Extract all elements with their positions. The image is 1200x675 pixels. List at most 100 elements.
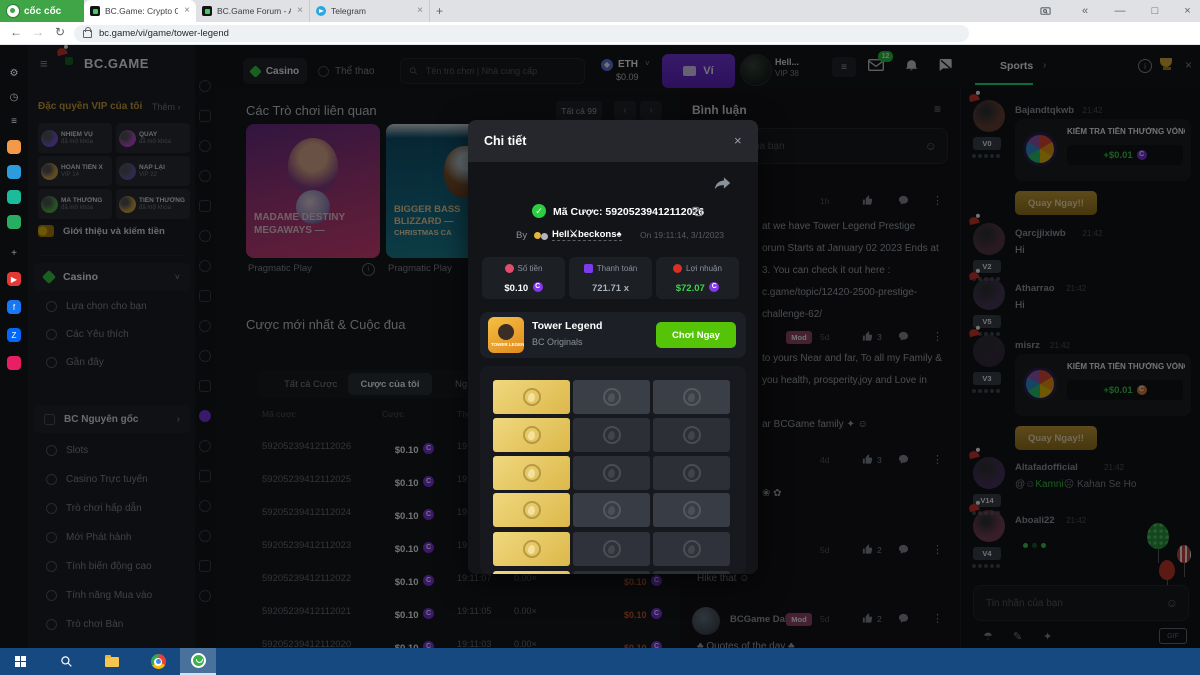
tower-tile-selected[interactable]	[493, 571, 570, 574]
tower-tile[interactable]	[653, 571, 730, 574]
stat-value: 721.71 x	[569, 278, 652, 296]
tab-close-icon[interactable]: ×	[297, 6, 303, 16]
card-purple-icon	[584, 264, 593, 273]
tower-tile[interactable]	[653, 418, 730, 452]
facebook-icon[interactable]: f	[7, 300, 21, 314]
stat-value: $72.07 C	[656, 278, 739, 296]
messenger-blue-icon[interactable]	[7, 165, 21, 179]
minimize-button[interactable]: —	[1105, 0, 1135, 22]
tower-tile[interactable]	[573, 380, 650, 414]
windows-taskbar: ∧ ◁) ENG 9:42 PM 1/3/2023	[0, 648, 1200, 675]
browser-tab[interactable]: BC.Game: Crypto Casino Gam×	[84, 0, 196, 22]
tower-tile[interactable]	[653, 493, 730, 527]
maximize-button[interactable]: □	[1140, 0, 1170, 22]
share-icon[interactable]	[714, 176, 731, 190]
tower-tile[interactable]	[653, 380, 730, 414]
tower-tile[interactable]	[653, 532, 730, 566]
tower-tile[interactable]	[573, 532, 650, 566]
sidebar-toggle-icon[interactable]: «	[1070, 0, 1100, 22]
tower-tile-selected[interactable]	[493, 493, 570, 527]
new-tab-label: +	[436, 4, 443, 18]
game-provider: BC Originals	[532, 337, 583, 347]
brand-label: cốc cốc	[24, 6, 61, 17]
settings-icon[interactable]: ⚙	[7, 66, 21, 80]
game-row: TOWER LEGEND Tower Legend BC Originals C…	[480, 312, 746, 358]
tower-legend-thumb[interactable]: TOWER LEGEND	[488, 317, 524, 353]
browser-toolbar: ← → ↻ bc.game/vi/game/tower-legend ☆ ↓ ♬…	[0, 22, 1200, 45]
tower-tile[interactable]	[653, 456, 730, 490]
stat-label: Số tiền	[518, 264, 543, 273]
bet-id-text[interactable]: Mã Cược: 59205239412112026	[553, 206, 704, 218]
coin-emblem-icon	[523, 501, 541, 519]
medal-icon	[541, 233, 548, 240]
bet-timestamp: On 19:11:14, 3/1/2023	[640, 230, 724, 240]
green-app-icon[interactable]	[7, 215, 21, 229]
by-label: By	[516, 230, 527, 241]
gorilla-art	[498, 324, 514, 340]
coin-emblem-icon	[683, 388, 701, 406]
game-title[interactable]: Tower Legend	[532, 320, 602, 332]
coin-emblem-icon	[683, 501, 701, 519]
reading-list-icon[interactable]: ≡	[7, 114, 21, 128]
coccoc-side-rail: ⚙ ◷ ≡ + ▶ fZ	[0, 45, 28, 648]
stat-card-2: Lợi nhuận $72.07 C	[656, 257, 739, 299]
stat-label: Thanh toán	[597, 264, 637, 273]
coccoc-taskbar-icon[interactable]	[180, 648, 216, 675]
pink-app-icon[interactable]	[7, 356, 21, 370]
new-tab-button[interactable]: +	[430, 0, 452, 22]
youtube-icon[interactable]: ▶	[7, 272, 21, 286]
stat-card-0: Số tiền$0.10 C	[482, 257, 565, 299]
forward-button[interactable]: →	[32, 25, 44, 39]
shopping-orange-icon[interactable]	[7, 140, 21, 154]
tower-tile-selected[interactable]	[493, 418, 570, 452]
bcgame-favicon-icon	[202, 6, 212, 16]
tab-title: Telegram	[331, 6, 411, 16]
browser-tab[interactable]: BC.Game Forum - A Cryptoc×	[196, 0, 310, 22]
address-bar[interactable]: bc.game/vi/game/tower-legend	[74, 25, 969, 42]
tower-tile[interactable]	[573, 493, 650, 527]
tower-tile-selected[interactable]	[493, 532, 570, 566]
add-icon[interactable]: +	[7, 246, 21, 260]
coin-emblem-icon	[523, 540, 541, 558]
coin-emblem-icon	[683, 540, 701, 558]
stat-label-row: Số tiền	[482, 264, 565, 273]
tab-close-icon[interactable]: ×	[417, 6, 423, 16]
telegram-favicon-icon	[316, 6, 326, 16]
file-explorer-icon[interactable]	[94, 648, 130, 675]
modal-close-icon[interactable]: ×	[734, 133, 742, 148]
back-button[interactable]: ←	[10, 25, 22, 39]
tower-tile[interactable]	[573, 456, 650, 490]
coccoc-brand[interactable]: cốc cốc	[0, 0, 84, 22]
start-button[interactable]	[2, 648, 38, 675]
coin-emblem-icon	[603, 426, 621, 444]
stat-label-row: Lợi nhuận	[656, 264, 739, 273]
tower-tile[interactable]	[573, 418, 650, 452]
history-icon[interactable]: ◷	[7, 90, 21, 104]
web-page: ⚙◷≡+▶fZ ≡ BC.GAME Đặc quyền VIP của tôi …	[0, 45, 1200, 648]
piggy-pink-icon	[505, 264, 514, 273]
bet-user[interactable]: Hell⚔beckons♠	[552, 229, 622, 241]
copy-icon[interactable]	[692, 206, 703, 217]
teal-app-icon[interactable]	[7, 190, 21, 204]
taskbar-search-icon[interactable]	[48, 648, 84, 675]
tab-close-icon[interactable]: ×	[184, 6, 190, 16]
tower-tile-selected[interactable]	[493, 380, 570, 414]
thumb-text: TOWER LEGEND	[491, 342, 524, 347]
play-now-button[interactable]: Chơi Ngay	[656, 322, 736, 348]
reload-button[interactable]: ↻	[55, 25, 65, 39]
url-text[interactable]: bc.game/vi/game/tower-legend	[99, 28, 229, 39]
coin-emblem-icon	[603, 388, 621, 406]
chrome-icon[interactable]	[140, 648, 176, 675]
close-window-button[interactable]: ×	[1175, 0, 1200, 22]
coin-emblem-icon	[523, 464, 541, 482]
coccoc-logo-icon	[6, 4, 20, 18]
browser-tab[interactable]: Telegram ×	[310, 0, 430, 22]
tower-tile-selected[interactable]	[493, 456, 570, 490]
coin-emblem-icon	[523, 426, 541, 444]
coin-emblem-icon	[683, 464, 701, 482]
coin-emblem-icon	[603, 464, 621, 482]
tower-tile[interactable]	[573, 571, 650, 574]
screen: cốc cốc BC.Game: Crypto Casino Gam×BC.Ga…	[0, 0, 1200, 675]
tab-search-icon[interactable]	[1030, 0, 1060, 22]
zalo-icon[interactable]: Z	[7, 328, 21, 342]
